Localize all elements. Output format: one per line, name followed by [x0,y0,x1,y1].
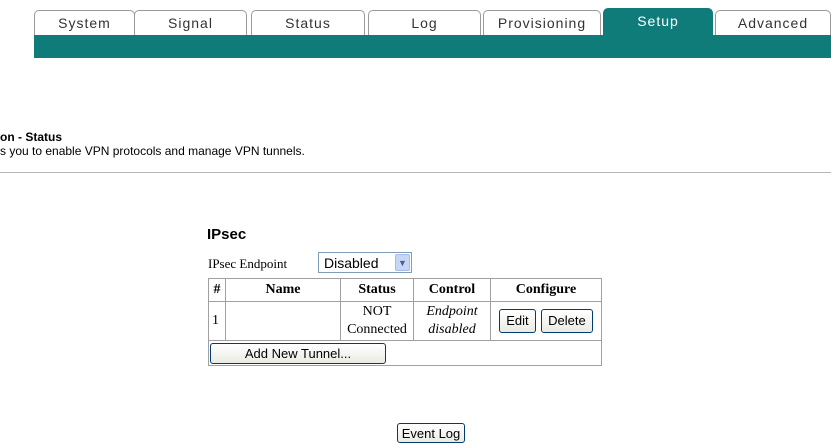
tab-bar: System Signal Status Log Provisioning Se… [0,0,831,58]
tunnels-table: # Name Status Control Configure 1 NOT Co… [208,278,602,366]
ipsec-title: IPsec [207,226,247,243]
col-name-header: Name [225,278,341,302]
endpoint-select[interactable]: Disabled ▼ [318,252,412,273]
col-num-header: # [208,278,226,302]
table-row: 1 NOT Connected Endpoint disabled Edit D… [208,301,602,341]
tab-advanced[interactable]: Advanced [715,10,831,35]
add-new-tunnel-button[interactable]: Add New Tunnel... [210,342,386,364]
row-status-line1: NOT [362,304,392,319]
endpoint-label: IPsec Endpoint [208,256,288,271]
row-control-line2: disabled [428,322,476,337]
col-control-header: Control [413,278,491,302]
tab-status[interactable]: Status [251,10,365,35]
row-num: 1 [208,301,226,341]
row-control-line1: Endpoint [426,304,478,319]
chevron-down-icon[interactable]: ▼ [395,254,410,271]
tab-system[interactable]: System [34,10,135,35]
row-status: NOT Connected [340,301,414,341]
row-configure: Edit Delete [490,301,602,341]
page-description: s you to enable VPN protocols and manage… [0,144,305,158]
tab-setup[interactable]: Setup [603,8,713,37]
tab-signal[interactable]: Signal [134,10,247,35]
edit-button[interactable]: Edit [499,309,536,333]
row-status-line2: Connected [347,322,407,337]
endpoint-select-value: Disabled [324,254,379,271]
table-header-row: # Name Status Control Configure [208,278,602,302]
page-title: on - Status [0,130,62,144]
row-name [225,301,341,341]
add-tunnel-cell: Add New Tunnel... [208,340,602,366]
col-status-header: Status [340,278,414,302]
row-control: Endpoint disabled [413,301,491,341]
tab-underline-bar [34,35,831,58]
delete-button[interactable]: Delete [541,309,593,333]
event-log-button[interactable]: Event Log [397,423,465,443]
add-tunnel-row: Add New Tunnel... [208,340,602,366]
tab-provisioning[interactable]: Provisioning [483,10,601,35]
col-configure-header: Configure [490,278,602,302]
tab-log[interactable]: Log [368,10,481,35]
divider [0,172,831,173]
